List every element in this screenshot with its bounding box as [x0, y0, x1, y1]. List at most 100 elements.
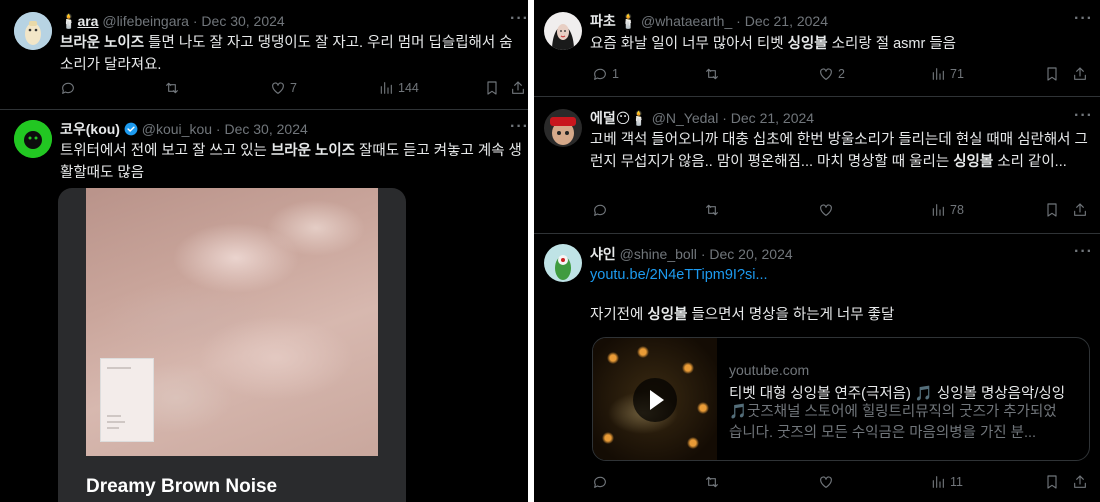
avatar-image	[544, 12, 582, 50]
bookmark-button[interactable]	[1044, 202, 1060, 218]
views-button[interactable]: 71	[930, 66, 964, 82]
display-name[interactable]: 코우(kou)	[60, 121, 120, 137]
retweet-icon	[706, 476, 718, 488]
share-button[interactable]	[510, 80, 526, 96]
views-icon	[932, 68, 944, 80]
tweet-actions: 78	[592, 202, 1092, 220]
bookmark-icon	[1047, 67, 1057, 81]
tweet-header: 코우(kou) @koui_kou · Dec 30, 2024	[60, 121, 308, 137]
like-button[interactable]: 7	[270, 80, 297, 96]
share-button[interactable]	[1072, 66, 1088, 82]
tweet-text: 브라운 노이즈 틀면 나도 잘 자고 댕댕이도 잘 자고. 우리 멈머 딥슬립해…	[60, 35, 513, 73]
youtube-link-card[interactable]: youtube.com 티벳 대형 싱잉볼 연주(극저음) 🎵 싱잉볼 명상음악…	[592, 337, 1090, 461]
reply-button[interactable]	[592, 474, 612, 490]
tweet[interactable]: 🕯️ara @lifebeingara · Dec 30, 2024 ··· 브…	[0, 0, 528, 110]
views-button[interactable]: 78	[930, 202, 964, 218]
reply-button[interactable]	[592, 202, 612, 218]
views-button[interactable]: 11	[930, 474, 963, 490]
left-feed-panel: 🕯️ara @lifebeingara · Dec 30, 2024 ··· 브…	[0, 0, 528, 502]
handle[interactable]: @koui_kou	[142, 121, 212, 137]
views-icon	[932, 204, 944, 216]
handle[interactable]: @N_Yedal	[652, 110, 719, 126]
share-button[interactable]	[1072, 202, 1088, 218]
views-button[interactable]: 144	[378, 80, 419, 96]
bookmark-button[interactable]	[484, 80, 500, 96]
avatar[interactable]	[14, 12, 52, 50]
card-title: 티벳 대형 싱잉볼 연주(극저음) 🎵 싱잉볼 명상음악/싱잉	[729, 386, 1066, 402]
heart-icon	[820, 68, 832, 80]
reply-icon	[594, 204, 606, 216]
reply-button[interactable]: 1	[592, 66, 619, 82]
more-options-icon[interactable]: ···	[510, 118, 528, 136]
heart-icon	[272, 82, 284, 94]
tweet-header: 샤인 @shine_boll · Dec 20, 2024	[590, 246, 793, 262]
retweet-icon	[166, 82, 178, 94]
card-description: 🎵굿즈채널 스토어에 힐링트리뮤직의 굿즈가 추가되었습니다. 굿즈의 모든 수…	[729, 404, 1057, 441]
like-button[interactable]: 2	[818, 66, 845, 82]
card-domain: youtube.com	[729, 362, 810, 378]
tweet-actions: 11	[592, 474, 1092, 492]
share-icon	[1074, 203, 1086, 216]
heart-icon	[820, 476, 832, 488]
handle[interactable]: @whataearth_	[641, 13, 732, 29]
retweet-button[interactable]	[704, 202, 724, 218]
avatar-image	[544, 244, 582, 282]
avatar[interactable]	[14, 120, 52, 158]
video-thumbnail	[593, 338, 717, 460]
share-icon	[1074, 67, 1086, 80]
play-icon[interactable]	[633, 378, 677, 422]
handle[interactable]: @shine_boll	[620, 246, 697, 262]
more-options-icon[interactable]: ···	[510, 10, 528, 28]
cd-case-graphic	[100, 358, 154, 442]
more-options-icon[interactable]: ···	[1074, 10, 1093, 28]
handle[interactable]: @lifebeingara	[102, 13, 189, 29]
like-button[interactable]	[818, 202, 838, 218]
media-card[interactable]: Dreamy Brown Noise	[58, 188, 406, 502]
avatar-image	[544, 109, 582, 147]
retweet-button[interactable]	[164, 80, 184, 96]
bookmark-icon	[1047, 203, 1057, 217]
bookmark-button[interactable]	[1044, 474, 1060, 490]
more-options-icon[interactable]: ···	[1074, 243, 1093, 261]
avatar-image	[14, 120, 52, 158]
avatar[interactable]	[544, 12, 582, 50]
tweet-actions: 1 2 71	[592, 66, 1092, 84]
more-options-icon[interactable]: ···	[1074, 107, 1093, 125]
retweet-button[interactable]	[704, 474, 724, 490]
reply-button[interactable]	[60, 80, 80, 96]
heart-icon	[820, 204, 832, 216]
display-name[interactable]: 샤인	[590, 246, 616, 262]
timestamp[interactable]: Dec 30, 2024	[224, 121, 307, 137]
share-button[interactable]	[1072, 474, 1088, 490]
display-name[interactable]: 에덜	[590, 110, 616, 126]
album-cover-image	[86, 188, 378, 456]
candle-icon: 🕯️	[619, 13, 638, 29]
avatar[interactable]	[544, 109, 582, 147]
reply-icon	[62, 82, 74, 94]
bookmark-button[interactable]	[1044, 66, 1060, 82]
retweet-button[interactable]	[704, 66, 724, 82]
bookmark-icon	[487, 81, 497, 95]
views-icon	[380, 82, 392, 94]
tweet-text: 고베 객석 들어오니까 대충 십초에 한번 방울소리가 들리는데 현실 때매 심…	[590, 132, 1088, 170]
media-title: Dreamy Brown Noise	[86, 476, 278, 497]
timestamp[interactable]: Dec 30, 2024	[201, 13, 284, 29]
timestamp[interactable]: Dec 21, 2024	[731, 110, 814, 126]
timestamp[interactable]: Dec 21, 2024	[745, 13, 828, 29]
reply-icon	[594, 476, 606, 488]
display-name[interactable]: ara	[77, 13, 98, 29]
retweet-icon	[706, 68, 718, 80]
tweet-text: 자기전에 싱잉볼 들으면서 명상을 하는게 너무 좋달	[590, 307, 895, 323]
tweet-header: 🕯️ara @lifebeingara · Dec 30, 2024	[60, 13, 285, 29]
tweet-text: 요즘 화날 일이 너무 많아서 티벳 싱잉볼 소리랑 절 asmr 들음	[590, 36, 957, 52]
bookmark-icon	[1047, 475, 1057, 489]
display-name[interactable]: 파초	[590, 13, 616, 29]
tweet-header: 에덜😶🕯️ @N_Yedal · Dec 21, 2024	[590, 110, 815, 126]
avatar[interactable]	[544, 244, 582, 282]
candle-icon: 🕯️	[60, 13, 78, 29]
like-button[interactable]	[818, 474, 838, 490]
share-icon	[512, 81, 524, 94]
views-icon	[932, 476, 944, 488]
tweet-link[interactable]: youtu.be/2N4eTTipm9I?si...	[590, 264, 1090, 286]
timestamp[interactable]: Dec 20, 2024	[709, 246, 792, 262]
